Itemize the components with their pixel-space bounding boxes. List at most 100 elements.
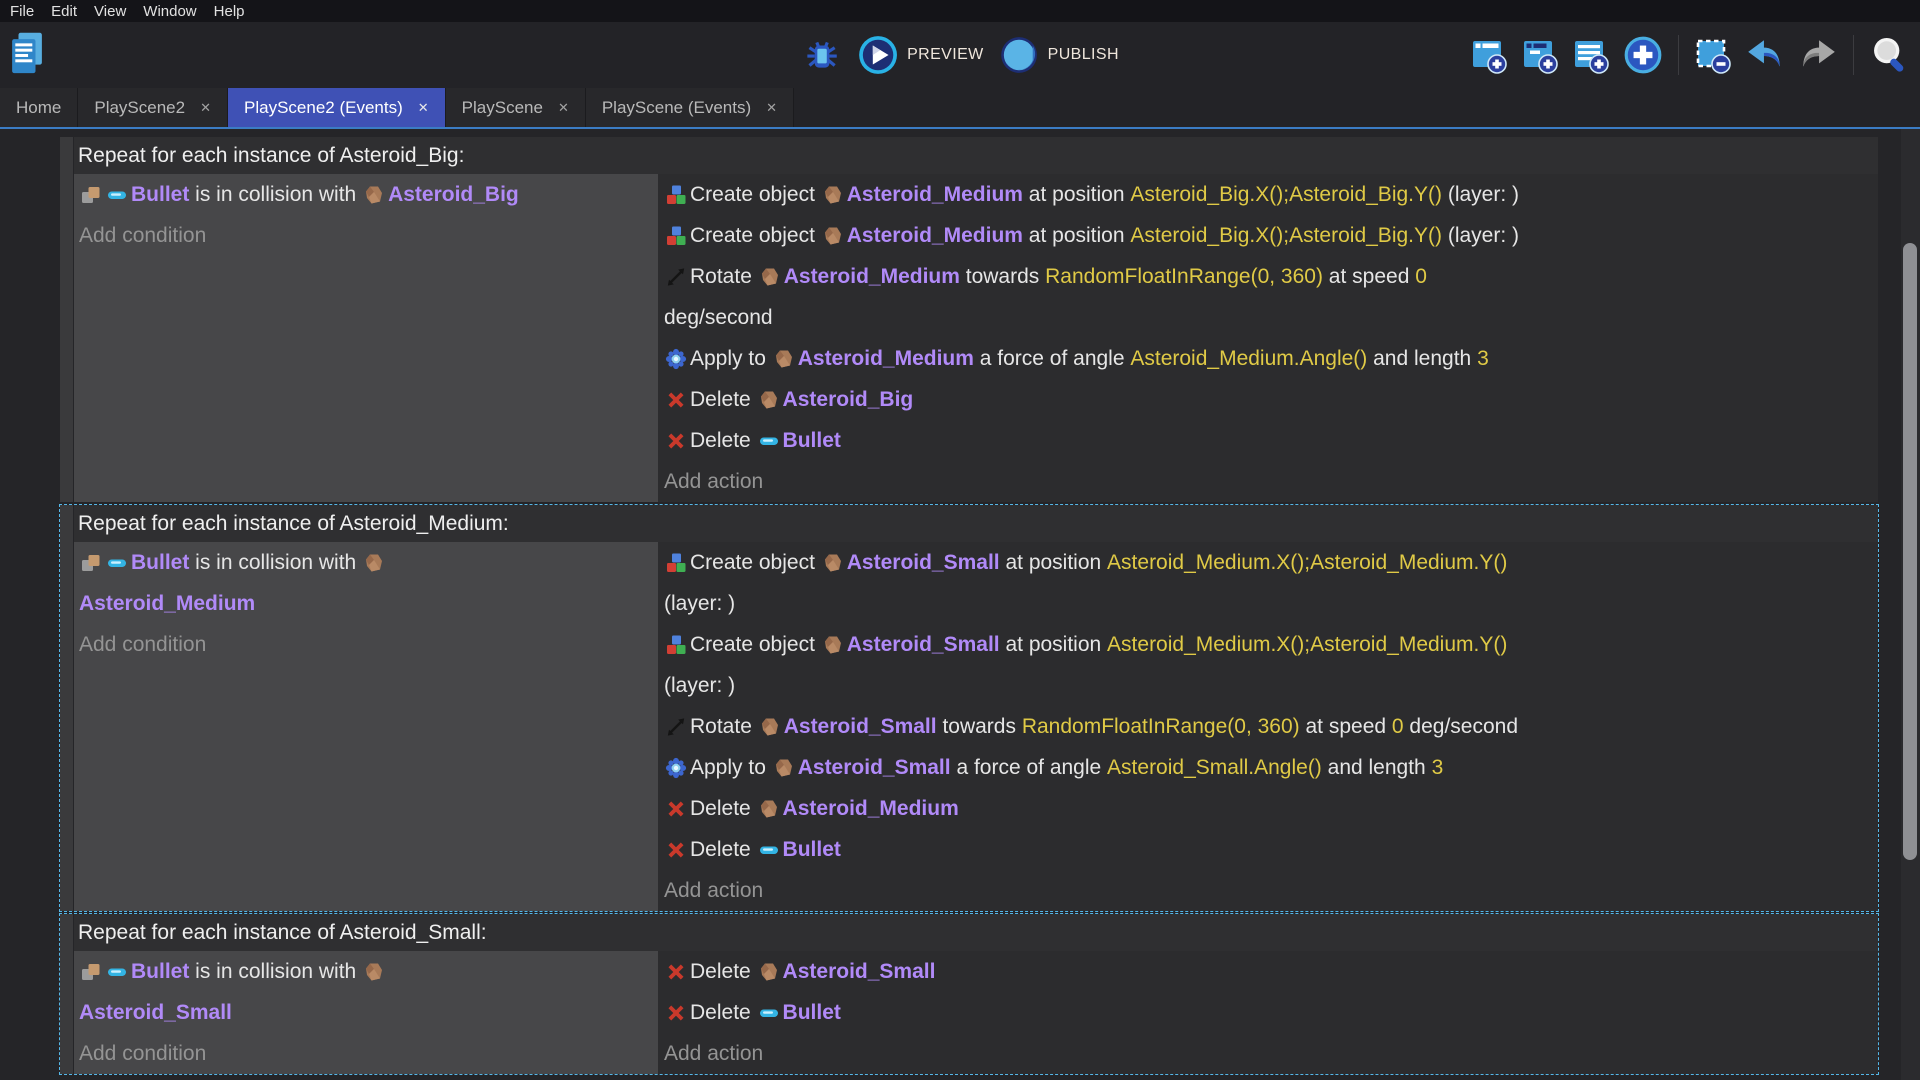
- events-sheet: Repeat for each instance of Asteroid_Big…: [0, 129, 1920, 1080]
- event-header[interactable]: Repeat for each instance of Asteroid_Med…: [74, 505, 1878, 542]
- bullet-icon: [758, 1002, 780, 1024]
- action-row[interactable]: Delete Bullet: [664, 992, 1878, 1033]
- close-icon[interactable]: ✕: [558, 101, 569, 114]
- add-subevent-button[interactable]: [1520, 35, 1560, 75]
- instruction-text: at position: [1023, 174, 1130, 215]
- action-row[interactable]: Delete Bullet: [664, 829, 1878, 870]
- instruction-text: is in collision with: [189, 542, 362, 583]
- create-icon: [665, 552, 687, 574]
- rotate-icon: [665, 266, 687, 288]
- object-name: Asteroid_Big: [783, 379, 914, 420]
- repeat-event-0[interactable]: Repeat for each instance of Asteroid_Big…: [60, 137, 1878, 502]
- menu-file[interactable]: File: [10, 3, 34, 20]
- add-other-button[interactable]: [1622, 34, 1664, 76]
- action-row[interactable]: Apply to Asteroid_Small a force of angle…: [664, 747, 1878, 788]
- undo-button[interactable]: [1744, 34, 1786, 76]
- add-event-button[interactable]: [1469, 35, 1509, 75]
- event-main: Repeat for each instance of Asteroid_Med…: [74, 505, 1878, 911]
- tab-playscene2[interactable]: PlayScene2 ✕: [78, 88, 228, 127]
- toolbar-separator: [1678, 35, 1679, 75]
- instruction-text: is in collision with: [189, 951, 362, 992]
- condition-row[interactable]: Bullet is in collision with: [79, 542, 658, 583]
- scrollbar-thumb[interactable]: [1903, 243, 1917, 860]
- condition-row[interactable]: Bullet is in collision with Asteroid_Big: [79, 174, 658, 215]
- condition-row[interactable]: Asteroid_Small: [79, 992, 658, 1033]
- events-scrollbar[interactable]: [1901, 129, 1920, 1080]
- menu-help[interactable]: Help: [214, 3, 245, 20]
- repeat-event-1[interactable]: Repeat for each instance of Asteroid_Med…: [60, 505, 1878, 911]
- add-condition-button[interactable]: Add condition: [79, 215, 658, 256]
- tab-label: PlayScene2 (Events): [244, 98, 403, 118]
- event-main: Repeat for each instance of Asteroid_Big…: [74, 137, 1878, 502]
- event-header[interactable]: Repeat for each instance of Asteroid_Big…: [74, 137, 1878, 174]
- search-button[interactable]: [1868, 33, 1912, 77]
- repeat-event-2[interactable]: Repeat for each instance of Asteroid_Sma…: [60, 914, 1878, 1074]
- close-icon[interactable]: ✕: [200, 101, 211, 114]
- object-name: Bullet: [783, 829, 841, 870]
- menu-window[interactable]: Window: [143, 3, 196, 20]
- action-row[interactable]: Rotate Asteroid_Small towards RandomFloa…: [664, 706, 1878, 747]
- asteroid-icon: [363, 184, 385, 206]
- menu-view[interactable]: View: [94, 3, 126, 20]
- action-row[interactable]: deg/second: [664, 297, 1878, 338]
- event-drag-handle[interactable]: [60, 914, 73, 1074]
- add-comment-button[interactable]: [1571, 35, 1611, 75]
- asteroid-icon: [822, 552, 844, 574]
- action-row[interactable]: Create object Asteroid_Medium at positio…: [664, 215, 1878, 256]
- close-icon[interactable]: ✕: [766, 101, 777, 114]
- event-header[interactable]: Repeat for each instance of Asteroid_Sma…: [74, 914, 1878, 951]
- tab-playscene-events[interactable]: PlayScene (Events) ✕: [586, 88, 794, 127]
- asteroid-icon: [822, 634, 844, 656]
- expression: RandomFloatInRange(0, 360): [1045, 256, 1323, 297]
- delete-icon: [665, 798, 687, 820]
- debugger-icon[interactable]: [801, 34, 843, 76]
- menu-edit[interactable]: Edit: [51, 3, 77, 20]
- condition-row[interactable]: Bullet is in collision with: [79, 951, 658, 992]
- actions-panel: Create object Asteroid_Small at position…: [658, 542, 1878, 911]
- action-row[interactable]: Delete Asteroid_Medium: [664, 788, 1878, 829]
- event-body: Bullet is in collision with Asteroid_Sma…: [74, 951, 1878, 1074]
- add-condition-button[interactable]: Add condition: [79, 624, 658, 665]
- add-action-button[interactable]: Add action: [664, 461, 1878, 502]
- event-drag-handle[interactable]: [60, 505, 73, 911]
- expression: Asteroid_Medium.Angle(): [1130, 338, 1367, 379]
- conditions-panel: Bullet is in collision with Asteroid_Med…: [74, 542, 658, 911]
- expression: RandomFloatInRange(0, 360): [1022, 706, 1300, 747]
- collision-icon: [80, 961, 102, 983]
- action-row[interactable]: Create object Asteroid_Small at position…: [664, 542, 1878, 583]
- action-row[interactable]: Delete Bullet: [664, 420, 1878, 461]
- preview-button[interactable]: PREVIEW: [857, 34, 984, 76]
- project-manager-icon[interactable]: [10, 30, 44, 78]
- action-row[interactable]: Delete Asteroid_Small: [664, 951, 1878, 992]
- toolbar-separator: [1853, 35, 1854, 75]
- tab-playscene2-events[interactable]: PlayScene2 (Events) ✕: [228, 88, 446, 127]
- publish-globe-icon: [998, 34, 1040, 76]
- redo-button[interactable]: [1797, 34, 1839, 76]
- delete-selection-button[interactable]: [1693, 35, 1733, 75]
- publish-button[interactable]: PUBLISH: [998, 34, 1119, 76]
- tab-home[interactable]: Home: [0, 88, 78, 127]
- event-drag-handle[interactable]: [60, 137, 73, 502]
- action-row[interactable]: Create object Asteroid_Medium at positio…: [664, 174, 1878, 215]
- instruction-text: towards: [960, 256, 1045, 297]
- bullet-icon: [106, 552, 128, 574]
- object-name: Asteroid_Small: [847, 542, 1000, 583]
- expression: 0: [1415, 256, 1427, 297]
- add-condition-button[interactable]: Add condition: [79, 1033, 658, 1074]
- preview-label: PREVIEW: [907, 46, 984, 64]
- object-name: Asteroid_Small: [847, 624, 1000, 665]
- add-action-button[interactable]: Add action: [664, 870, 1878, 911]
- action-row[interactable]: Rotate Asteroid_Medium towards RandomFlo…: [664, 256, 1878, 297]
- collision-icon: [80, 184, 102, 206]
- condition-row[interactable]: Asteroid_Medium: [79, 583, 658, 624]
- instruction-text: Apply to: [690, 338, 772, 379]
- action-row[interactable]: (layer: ): [664, 665, 1878, 706]
- close-icon[interactable]: ✕: [418, 101, 429, 114]
- action-row[interactable]: Apply to Asteroid_Medium a force of angl…: [664, 338, 1878, 379]
- tab-playscene[interactable]: PlayScene ✕: [446, 88, 586, 127]
- action-row[interactable]: (layer: ): [664, 583, 1878, 624]
- add-action-button[interactable]: Add action: [664, 1033, 1878, 1074]
- action-row[interactable]: Delete Asteroid_Big: [664, 379, 1878, 420]
- instruction-text: Create object: [690, 542, 821, 583]
- action-row[interactable]: Create object Asteroid_Small at position…: [664, 624, 1878, 665]
